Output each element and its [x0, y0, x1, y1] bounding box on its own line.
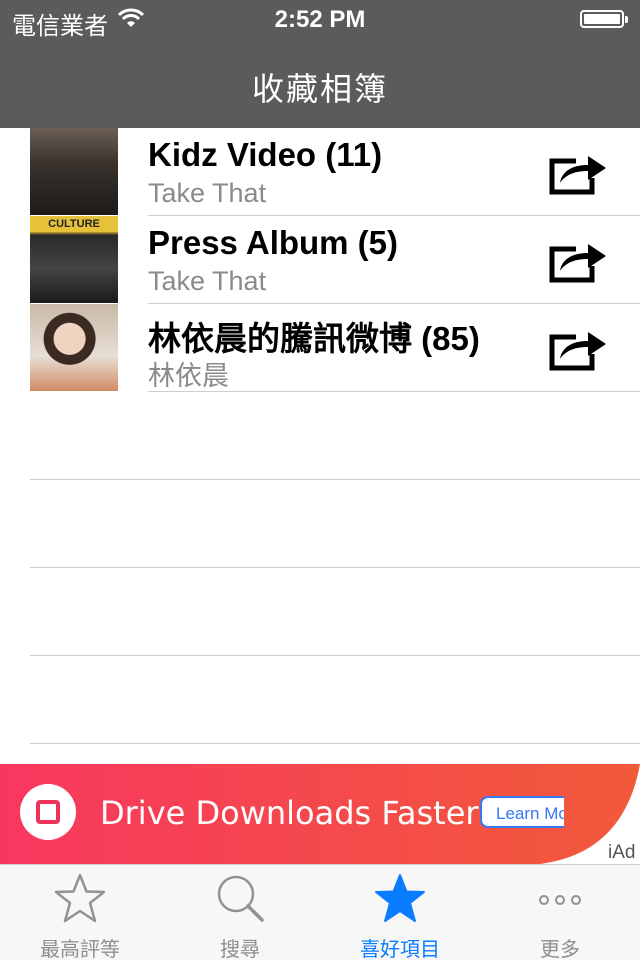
tab-top-rated[interactable]: 最高評等 — [0, 865, 160, 961]
list-item[interactable]: Kidz Video (11) Take That — [0, 128, 640, 216]
status-bar: 電信業者 2:52 PM — [0, 0, 640, 40]
empty-row — [0, 568, 640, 656]
list-item[interactable]: 林依晨的騰訊微博 (85) 林依晨 — [0, 304, 640, 392]
album-subtitle: Take That — [148, 266, 267, 296]
empty-row — [0, 392, 640, 480]
album-title: Kidz Video (11) — [148, 136, 383, 173]
album-thumbnail: CULTURE — [30, 216, 118, 303]
star-filled-icon — [375, 874, 425, 922]
album-title: 林依晨的騰訊微博 (85) — [148, 320, 480, 357]
album-list: Kidz Video (11) Take That CULTURE Press … — [0, 128, 640, 744]
learn-more-button[interactable]: Learn Mo — [480, 796, 564, 828]
tab-label: 最高評等 — [40, 939, 120, 961]
tab-label: 更多 — [540, 939, 580, 961]
ad-app-icon — [20, 784, 76, 840]
album-subtitle: 林依晨 — [148, 361, 229, 391]
page-title: 收藏相簿 — [251, 71, 388, 107]
navigation-bar: 電信業者 2:52 PM 收藏相簿 — [0, 0, 640, 128]
row-divider — [30, 743, 640, 744]
empty-row — [0, 656, 640, 744]
tab-search[interactable]: 搜尋 — [160, 865, 320, 961]
search-icon — [217, 875, 264, 922]
empty-row — [0, 480, 640, 568]
share-icon[interactable] — [546, 328, 610, 372]
ad-headline: Drive Downloads Faster — [100, 794, 479, 832]
ad-banner[interactable]: Drive Downloads Faster Learn Mo iAd — [0, 764, 640, 864]
album-thumbnail — [30, 304, 118, 391]
album-title: Press Album (5) — [148, 224, 399, 261]
thumbnail-caption: CULTURE — [30, 216, 118, 232]
status-time: 2:52 PM — [274, 6, 366, 33]
iad-badge: iAd — [608, 842, 636, 863]
share-icon[interactable] — [546, 240, 610, 284]
tab-label: 喜好項目 — [360, 939, 440, 961]
tab-more[interactable]: 更多 — [480, 865, 640, 961]
album-thumbnail — [30, 128, 118, 215]
star-outline-icon — [54, 873, 106, 923]
more-dots-icon — [539, 895, 581, 905]
tab-bar: 最高評等 搜尋 喜好項目 更多 — [0, 864, 640, 961]
album-subtitle: Take That — [148, 178, 267, 208]
tab-label: 搜尋 — [220, 939, 260, 961]
list-item[interactable]: CULTURE Press Album (5) Take That — [0, 216, 640, 304]
share-icon[interactable] — [546, 152, 610, 196]
battery-icon — [580, 10, 628, 28]
tab-favorites[interactable]: 喜好項目 — [320, 865, 480, 961]
